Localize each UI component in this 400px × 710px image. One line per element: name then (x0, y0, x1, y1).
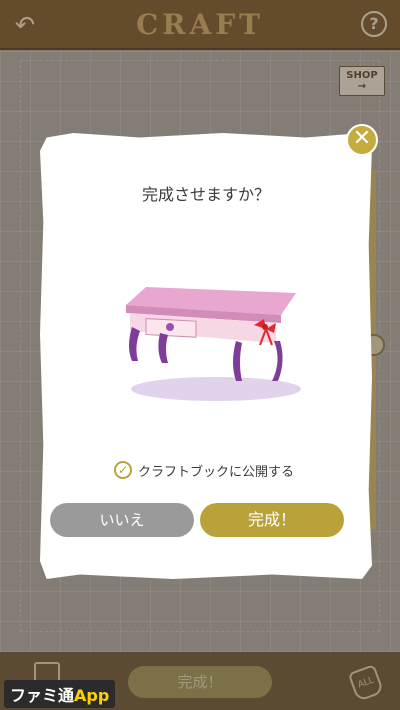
close-icon[interactable]: ✕ (346, 124, 378, 156)
complete-button[interactable]: 完成！ (200, 503, 344, 537)
no-button[interactable]: いいえ (50, 503, 194, 537)
watermark-app: App (74, 686, 110, 705)
check-icon[interactable]: ✓ (114, 461, 132, 479)
dialog-question: 完成させますか？ (141, 185, 270, 204)
watermark-brand: ファミ通 (10, 686, 75, 705)
watermark-logo: ファミ通App (4, 680, 116, 708)
complete-dialog: 完成させますか？ ✓ クラフトブックに公開する いいえ 完成！ (40, 133, 372, 579)
publish-label: クラフトブックに公開する (138, 464, 295, 480)
table-illustration (126, 287, 301, 401)
publish-checkbox-row[interactable]: ✓ クラフトブックに公開する (114, 459, 294, 481)
